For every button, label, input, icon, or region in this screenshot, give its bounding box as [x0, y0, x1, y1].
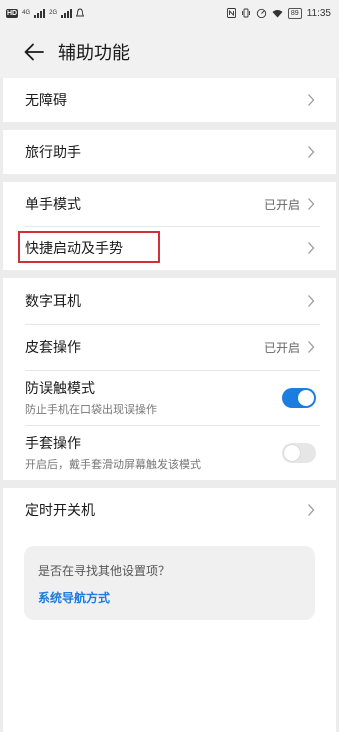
hd-badge: HD — [6, 8, 19, 18]
suggestion-question: 是否在寻找其他设置项？ — [38, 564, 171, 578]
back-button[interactable] — [12, 30, 56, 74]
notification-icon — [76, 8, 85, 17]
cover-operation-item[interactable]: 皮套操作 已开启 — [3, 324, 336, 370]
status-bar: HD 4G 2G 89 11:35 — [0, 0, 339, 26]
one-hand-mode-label: 单手模式 — [25, 197, 81, 213]
chevron-right-icon — [308, 295, 315, 307]
pocket-mode-label: 防误触模式 — [25, 381, 95, 397]
chevron-right-icon — [308, 146, 315, 158]
cover-operation-label: 皮套操作 — [25, 340, 81, 356]
digital-earphone-label: 数字耳机 — [25, 294, 81, 310]
cover-operation-status: 已开启 — [263, 340, 300, 355]
vibrate-icon — [241, 8, 250, 18]
travel-assistant-item[interactable]: 旅行助手 — [3, 130, 336, 174]
chevron-right-icon — [308, 94, 315, 106]
accessibility-item[interactable]: 无障碍 — [3, 78, 336, 122]
settings-group-travel: 旅行助手 — [3, 130, 336, 174]
chevron-right-icon — [308, 198, 315, 210]
toggle-knob — [284, 444, 300, 461]
chevron-right-icon — [308, 242, 315, 254]
scheduled-power-label: 定时开关机 — [25, 503, 95, 519]
speed-icon — [256, 8, 267, 18]
system-navigation-link[interactable]: 系统导航方式 — [38, 589, 301, 606]
status-right: 89 11:35 — [226, 7, 331, 19]
pocket-mode-item[interactable]: 防误触模式 防止手机在口袋出现误操作 — [3, 370, 336, 425]
pocket-mode-subtitle: 防止手机在口袋出现误操作 — [25, 403, 157, 416]
network-type-1: 4G — [22, 9, 31, 16]
settings-group-controls: 数字耳机 皮套操作 已开启 防误触模式 防止手机在口袋出现误操作 手套操作 开启… — [3, 278, 336, 480]
battery-icon: 89 — [287, 7, 302, 19]
arrow-left-icon — [24, 43, 44, 61]
clock: 11:35 — [306, 7, 331, 19]
glove-mode-toggle[interactable] — [282, 442, 316, 463]
glove-mode-label: 手套操作 — [25, 436, 81, 452]
one-hand-mode-item[interactable]: 单手模式 已开启 — [3, 182, 336, 226]
network-type-2: 2G — [49, 9, 58, 16]
wifi-icon — [272, 9, 283, 17]
status-left: HD 4G 2G — [6, 8, 85, 18]
nfc-icon — [226, 8, 236, 18]
app-bar: 辅助功能 — [0, 26, 339, 78]
chevron-right-icon — [308, 504, 315, 516]
signal-icon — [34, 8, 46, 18]
suggestion-card: 是否在寻找其他设置项？ 系统导航方式 — [24, 546, 315, 620]
pocket-mode-toggle[interactable] — [282, 387, 316, 408]
travel-assistant-label: 旅行助手 — [25, 145, 81, 161]
chevron-right-icon — [308, 341, 315, 353]
highlight-box — [18, 231, 160, 263]
toggle-knob — [298, 389, 314, 406]
one-hand-mode-status: 已开启 — [263, 197, 300, 212]
glove-mode-texts: 手套操作 开启后，戴手套滑动屏幕触发该模式 — [25, 433, 282, 472]
accessibility-label: 无障碍 — [25, 93, 67, 109]
glove-mode-item[interactable]: 手套操作 开启后，戴手套滑动屏幕触发该模式 — [3, 425, 336, 480]
pocket-mode-texts: 防误触模式 防止手机在口袋出现误操作 — [25, 378, 282, 417]
settings-group-accessibility: 无障碍 — [3, 78, 336, 122]
glove-mode-subtitle: 开启后，戴手套滑动屏幕触发该模式 — [25, 458, 201, 471]
page-title: 辅助功能 — [58, 43, 130, 64]
signal-icon-2 — [61, 8, 73, 18]
digital-earphone-item[interactable]: 数字耳机 — [3, 278, 336, 324]
scheduled-power-item[interactable]: 定时开关机 — [3, 488, 336, 532]
